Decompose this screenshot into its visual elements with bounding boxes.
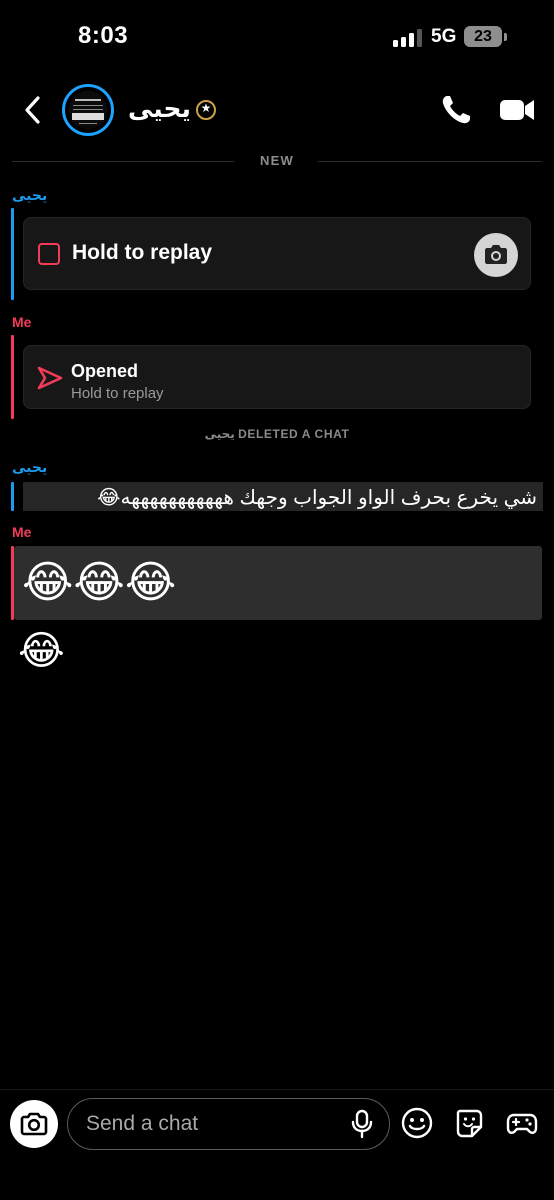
chat-input[interactable] [86, 1110, 336, 1138]
chevron-left-icon[interactable] [14, 88, 52, 132]
chat-header: يحيى ★ [0, 78, 554, 142]
sender-label-friend: يحيى [12, 187, 48, 203]
emoji-message[interactable]: 😂 [18, 627, 65, 675]
snap-replay-hint: Hold to replay [71, 385, 164, 402]
avatar[interactable] [62, 84, 114, 136]
message-text: 😂😂😂 [22, 558, 177, 607]
sent-arrow-icon [36, 364, 64, 392]
battery-icon: 23 [464, 26, 502, 47]
smiley-icon[interactable] [400, 1106, 434, 1140]
deleted-chat-notice: يحيى DELETED A CHAT [204, 427, 350, 441]
message-text: شي يخرع بحرف الواو الجواب وجهك ههههههههه… [97, 487, 537, 509]
sent-snap-message[interactable]: Opened Hold to replay [23, 345, 531, 409]
snap-square-icon [38, 243, 60, 265]
divider-line [318, 161, 542, 162]
camera-icon[interactable] [474, 233, 518, 277]
gamepad-icon[interactable] [505, 1106, 539, 1140]
snap-opened-label: Opened [71, 361, 139, 381]
sender-label-me: Me [12, 314, 32, 330]
composer-divider [0, 1089, 554, 1090]
sticker-icon[interactable] [453, 1106, 487, 1140]
snap-status: Hold to replay [72, 241, 213, 264]
video-camera-icon[interactable] [498, 94, 536, 126]
microphone-icon[interactable] [350, 1109, 374, 1139]
status-time: 8:03 [78, 22, 129, 49]
contact-name[interactable]: يحيى [128, 94, 191, 124]
emoji-message[interactable]: 😂😂😂 [14, 546, 542, 620]
sender-label-friend: يحيى [12, 459, 48, 475]
battery-tip [504, 33, 507, 41]
snap-message[interactable]: Hold to replay [23, 217, 531, 290]
text-message[interactable]: شي يخرع بحرف الواو الجواب وجهك ههههههههه… [23, 482, 543, 511]
sender-bar-friend [11, 208, 14, 300]
sender-bar-friend [11, 482, 14, 511]
chat-input-box[interactable] [67, 1098, 390, 1150]
network-type: 5G [431, 26, 457, 47]
star-badge-icon: ★ [196, 100, 216, 120]
status-bar: 8:03 5G 23 [0, 0, 554, 78]
camera-icon[interactable] [10, 1100, 58, 1148]
sender-bar-me [11, 335, 14, 419]
sender-label-me: Me [12, 524, 32, 540]
cellular-signal-icon [393, 29, 425, 47]
phone-icon[interactable] [438, 92, 474, 128]
